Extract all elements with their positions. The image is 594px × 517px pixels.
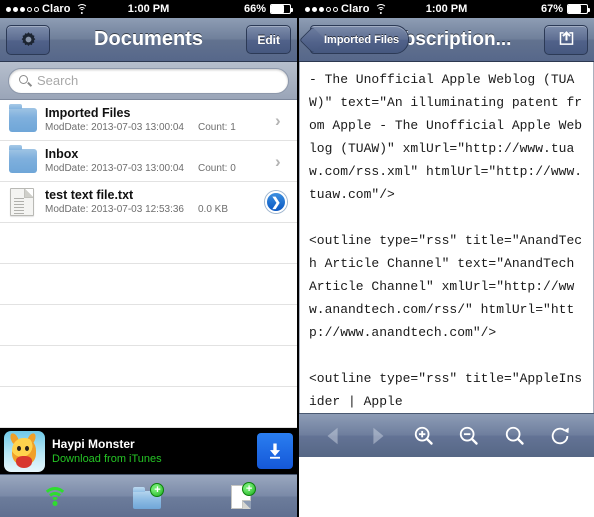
search-input[interactable]: Search	[8, 67, 289, 94]
right-bottom-toolbar	[299, 413, 594, 457]
empty-row	[0, 346, 297, 387]
ad-text-group: Haypi Monster Download from iTunes	[52, 437, 250, 466]
add-folder-icon: +	[133, 482, 165, 509]
search-placeholder: Search	[37, 73, 79, 88]
wifi-transfer-button[interactable]	[35, 479, 75, 515]
empty-row	[0, 264, 297, 305]
settings-button[interactable]	[6, 24, 50, 55]
zoom-out-icon	[460, 426, 478, 445]
document-text: - The Unofficial Apple Weblog (TUAW)" te…	[309, 72, 583, 409]
row-text-group: Inbox ModDate: 2013-07-03 13:00:04 Count…	[45, 147, 275, 175]
zoom-in-icon	[414, 426, 433, 445]
refresh-button[interactable]	[540, 418, 580, 454]
right-nav-bar: Imported Files subscription...	[299, 18, 594, 62]
forward-arrow-icon	[373, 427, 384, 444]
text-viewer[interactable]: - The Unofficial Apple Weblog (TUAW)" te…	[299, 62, 594, 413]
empty-row	[0, 305, 297, 346]
list-item-title: Imported Files	[45, 106, 131, 120]
share-icon	[558, 30, 575, 50]
ad-banner[interactable]: Haypi Monster Download from iTunes	[0, 428, 297, 474]
list-item-moddate: ModDate: 2013-07-03 13:00:04	[45, 163, 184, 174]
list-item-title: Inbox	[45, 147, 79, 161]
left-nav-bar: Documents Edit	[0, 18, 297, 62]
wifi-icon	[41, 487, 68, 506]
refresh-icon	[551, 427, 569, 444]
list-item-count: Count: 1	[198, 122, 236, 133]
search-icon	[505, 426, 524, 445]
battery-percent-label: 66%	[243, 3, 266, 15]
battery-icon	[270, 4, 293, 14]
documents-list[interactable]: Imported Files ModDate: 2013-07-03 13:00…	[0, 100, 297, 428]
zoom-in-button[interactable]	[404, 418, 444, 454]
right-status-bar: Claro 1:00 PM 67%	[299, 0, 594, 18]
empty-row	[0, 387, 297, 428]
empty-row	[0, 223, 297, 264]
blue-detail-arrow-icon[interactable]: ❯	[265, 191, 287, 213]
chevron-right-icon: ›	[275, 110, 281, 130]
gear-icon	[20, 31, 37, 48]
left-phone-screen: Claro 1:00 PM 66% Documents Edit Search …	[0, 0, 297, 517]
left-status-bar: Claro 1:00 PM 66%	[0, 0, 297, 18]
table-row[interactable]: Imported Files ModDate: 2013-07-03 13:00…	[0, 100, 297, 141]
row-text-group: Imported Files ModDate: 2013-07-03 13:00…	[45, 106, 275, 134]
list-item-meta: ModDate: 2013-07-03 12:53:36 0.0 KB	[45, 203, 265, 216]
haypi-monster-app-icon	[4, 430, 45, 472]
download-arrow-icon[interactable]	[257, 433, 293, 469]
right-phone-screen: Claro 1:00 PM 67% Imported Files subscri…	[297, 0, 594, 517]
list-item-moddate: ModDate: 2013-07-03 13:00:04	[45, 122, 184, 133]
table-row[interactable]: Inbox ModDate: 2013-07-03 13:00:04 Count…	[0, 141, 297, 182]
back-navigation-button[interactable]	[313, 418, 353, 454]
add-file-icon: +	[229, 481, 257, 510]
back-button-label: Imported Files	[324, 33, 400, 46]
add-folder-button[interactable]: +	[128, 479, 168, 515]
share-button[interactable]	[544, 24, 588, 55]
list-item-size: 0.0 KB	[198, 204, 229, 215]
battery-icon	[567, 4, 590, 14]
folder-icon	[8, 104, 38, 134]
zoom-out-button[interactable]	[449, 418, 489, 454]
screenshot-stage: Claro 1:00 PM 66% Documents Edit Search …	[0, 0, 594, 517]
search-bar: Search	[0, 62, 297, 100]
back-button-imported-files[interactable]: Imported Files	[310, 25, 410, 54]
ad-subtitle: Download from iTunes	[52, 452, 162, 465]
forward-navigation-button[interactable]	[358, 418, 398, 454]
folder-icon	[8, 145, 38, 175]
search-icon	[19, 74, 33, 87]
list-item-meta: ModDate: 2013-07-03 13:00:04 Count: 1	[45, 121, 275, 134]
document-icon	[8, 188, 38, 216]
row-text-group: test text file.txt ModDate: 2013-07-03 1…	[45, 188, 265, 216]
right-status-battery-group: 67%	[540, 3, 590, 15]
left-status-battery-group: 66%	[243, 3, 293, 15]
edit-button[interactable]: Edit	[246, 25, 291, 54]
search-button[interactable]	[495, 418, 535, 454]
list-item-moddate: ModDate: 2013-07-03 12:53:36	[45, 204, 184, 215]
ad-title: Haypi Monster	[52, 436, 135, 451]
add-file-button[interactable]: +	[222, 479, 262, 515]
table-row[interactable]: test text file.txt ModDate: 2013-07-03 1…	[0, 182, 297, 223]
list-item-title: test text file.txt	[45, 188, 134, 202]
list-item-meta: ModDate: 2013-07-03 13:00:04 Count: 0	[45, 162, 275, 175]
back-arrow-icon	[327, 427, 338, 444]
list-item-count: Count: 0	[198, 163, 236, 174]
battery-percent-label: 67%	[540, 3, 563, 15]
left-bottom-toolbar: + +	[0, 474, 297, 517]
chevron-right-icon: ›	[275, 151, 281, 171]
